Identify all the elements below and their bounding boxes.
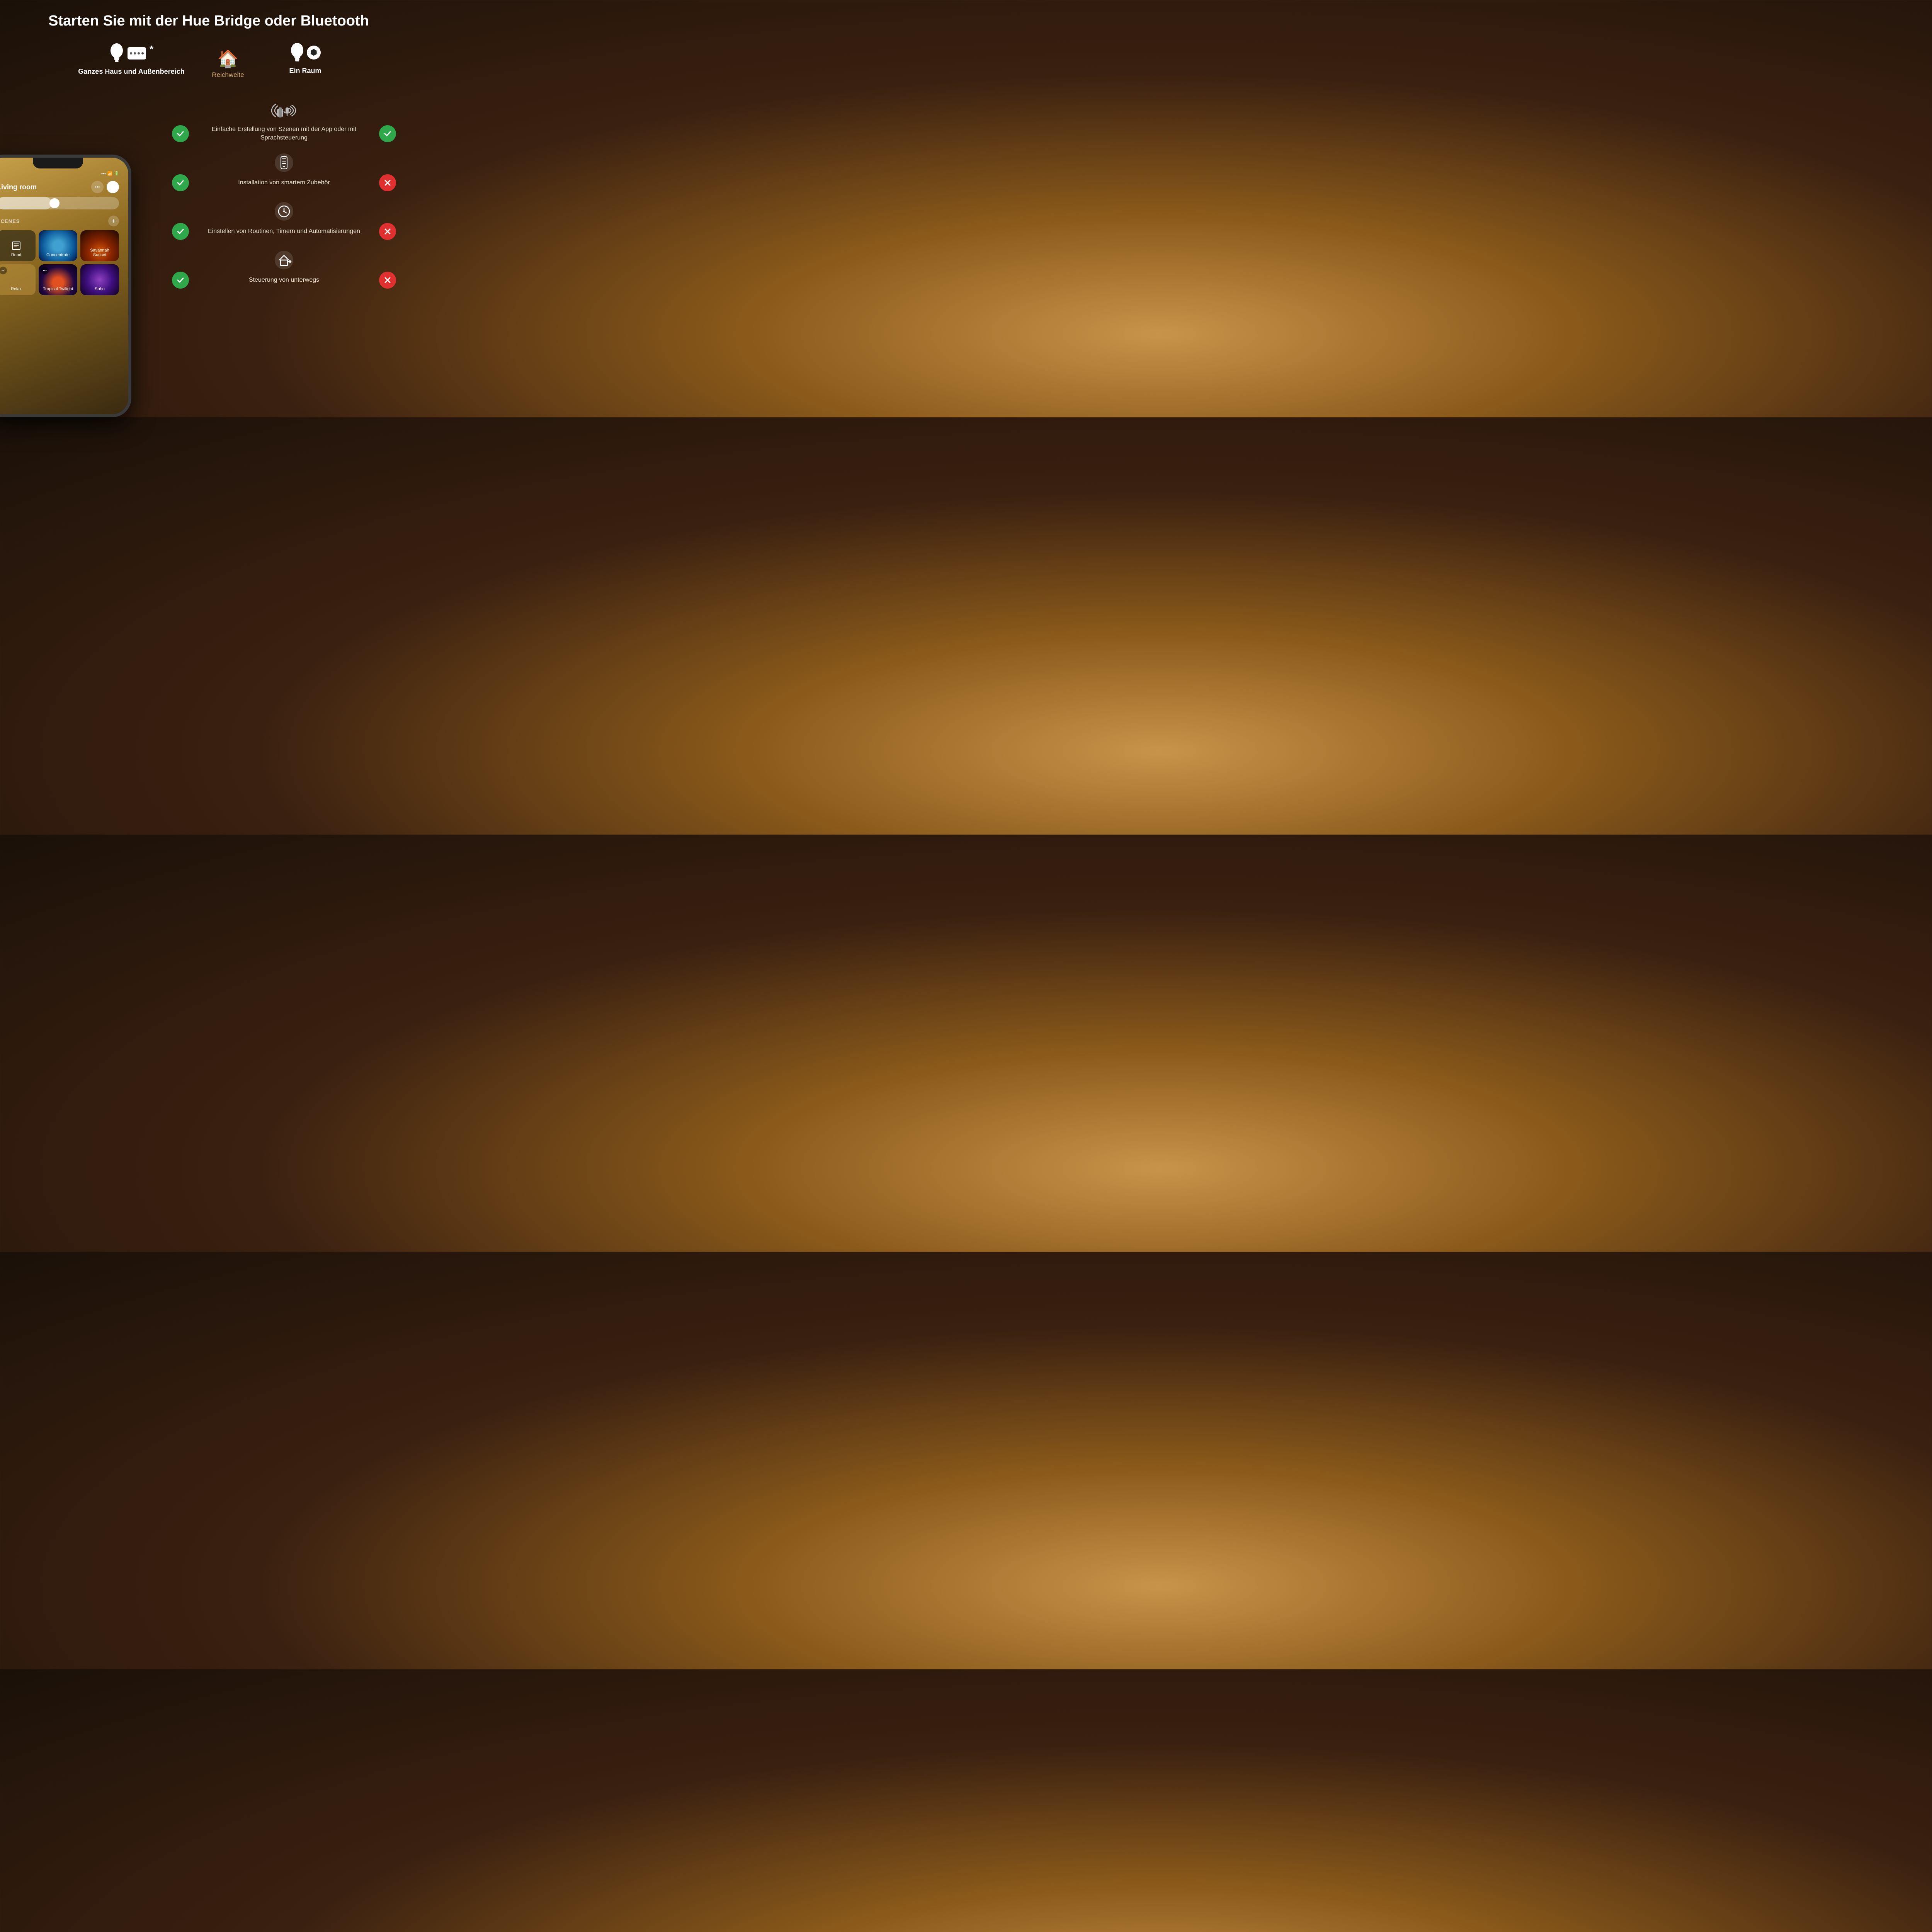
check-bridge-3 [172,272,189,289]
feature-center-0: Einfache Erstellung von Szenen mit der A… [196,125,372,143]
page-title: Starten Sie mit der Hue Bridge oder Blue… [0,0,417,38]
room-name-label: Living room [0,183,37,191]
clock-icon-wrapper [172,202,396,221]
scene-dots-btn[interactable]: ••• [41,267,49,274]
scene-soho-label: Soho [84,287,115,291]
clock-icon [277,204,291,218]
status-icons: ▪▪▪ 📶 🔋 [101,171,119,176]
accessory-icon-wrapper [172,153,396,172]
scene-tropical-label: Tropical Twilight [43,287,73,291]
check-bridge-0 [172,125,189,142]
bt-option-label: Ein Raum [289,66,321,75]
away-icon-wrapper [172,251,396,269]
bulb-icon [109,42,124,64]
bt-icons: ⬢ [290,42,321,63]
add-scene-btn[interactable]: + [108,216,119,226]
cross-bt-3 [379,272,396,289]
scene-concentrate[interactable]: Concentrate [39,230,77,261]
scenes-label: SCENES [0,218,20,224]
feature-center-1: Installation von smartem Zubehör [196,179,372,187]
bulb-bt-icon [290,42,304,63]
brightness-slider[interactable] [0,197,119,209]
accessory-icon [279,156,289,170]
feature-row-3: Steuerung von unterwegs [172,272,396,289]
nfc-voice-icons [269,100,299,121]
phone-mockup: ▪▪▪ 📶 🔋 Living room ••• [0,155,147,425]
scene-relax-label: Relax [1,287,32,291]
more-options-btn[interactable]: ••• [91,181,104,193]
scene-relax[interactable]: ✏ Relax [0,264,36,295]
scene-savannah[interactable]: Savannah Sunset [80,230,119,261]
check-bt-0 [379,125,396,142]
read-icon [11,240,22,251]
check-bridge-2 [172,223,189,240]
room-controls: ••• [91,181,119,193]
away-icon [276,253,292,267]
asterisk-label: * [150,43,153,55]
power-btn[interactable] [107,181,119,193]
status-bar: ▪▪▪ 📶 🔋 [0,171,122,176]
check-bridge-1 [172,174,189,191]
scene-concentrate-label: Concentrate [43,253,73,257]
feature-row-2: Einstellen von Routinen, Timern und Auto… [172,223,396,240]
edit-btn[interactable]: ✏ [0,267,7,274]
scene-soho[interactable]: Soho [80,264,119,295]
home-icon: 🏠 [218,49,239,69]
scenes-section: SCENES + [0,216,122,295]
bridge-icon [126,42,148,64]
cross-bt-1 [379,174,396,191]
phone-notch [33,158,83,168]
room-header: Living room ••• [0,181,122,193]
nfc-icons-row [172,100,396,121]
feature-center-2: Einstellen von Routinen, Timern und Auto… [196,227,372,236]
scene-tropical[interactable]: ••• Tropical Twilight [39,264,77,295]
bridge-option-label: Ganzes Haus und Außenbereich [78,67,184,76]
phone-frame: ▪▪▪ 📶 🔋 Living room ••• [0,155,131,417]
scenes-header: SCENES + [0,216,119,226]
reach-label: Reichweite [212,71,244,79]
brightness-fill [0,197,52,209]
scenes-grid-row2: ✏ Relax ••• Tropical Twilight Soho [0,264,119,295]
feature-row-0: Einfache Erstellung von Szenen mit der A… [172,125,396,143]
scenes-grid-row1: Read Concentrate Savannah Sunset [0,230,119,261]
phone-screen: ▪▪▪ 📶 🔋 Living room ••• [0,158,128,414]
scene-savannah-label: Savannah Sunset [84,248,115,257]
bluetooth-symbol: ⬢ [307,46,321,60]
feature-row-1: Installation von smartem Zubehör [172,174,396,191]
cross-bt-2 [379,223,396,240]
brightness-thumb [49,198,60,208]
bridge-icons: * [109,42,153,64]
scene-read-label: Read [1,253,32,257]
scene-read[interactable]: Read [0,230,36,261]
features-block: Einfache Erstellung von Szenen mit der A… [172,100,396,299]
feature-center-3: Steuerung von unterwegs [196,276,372,284]
